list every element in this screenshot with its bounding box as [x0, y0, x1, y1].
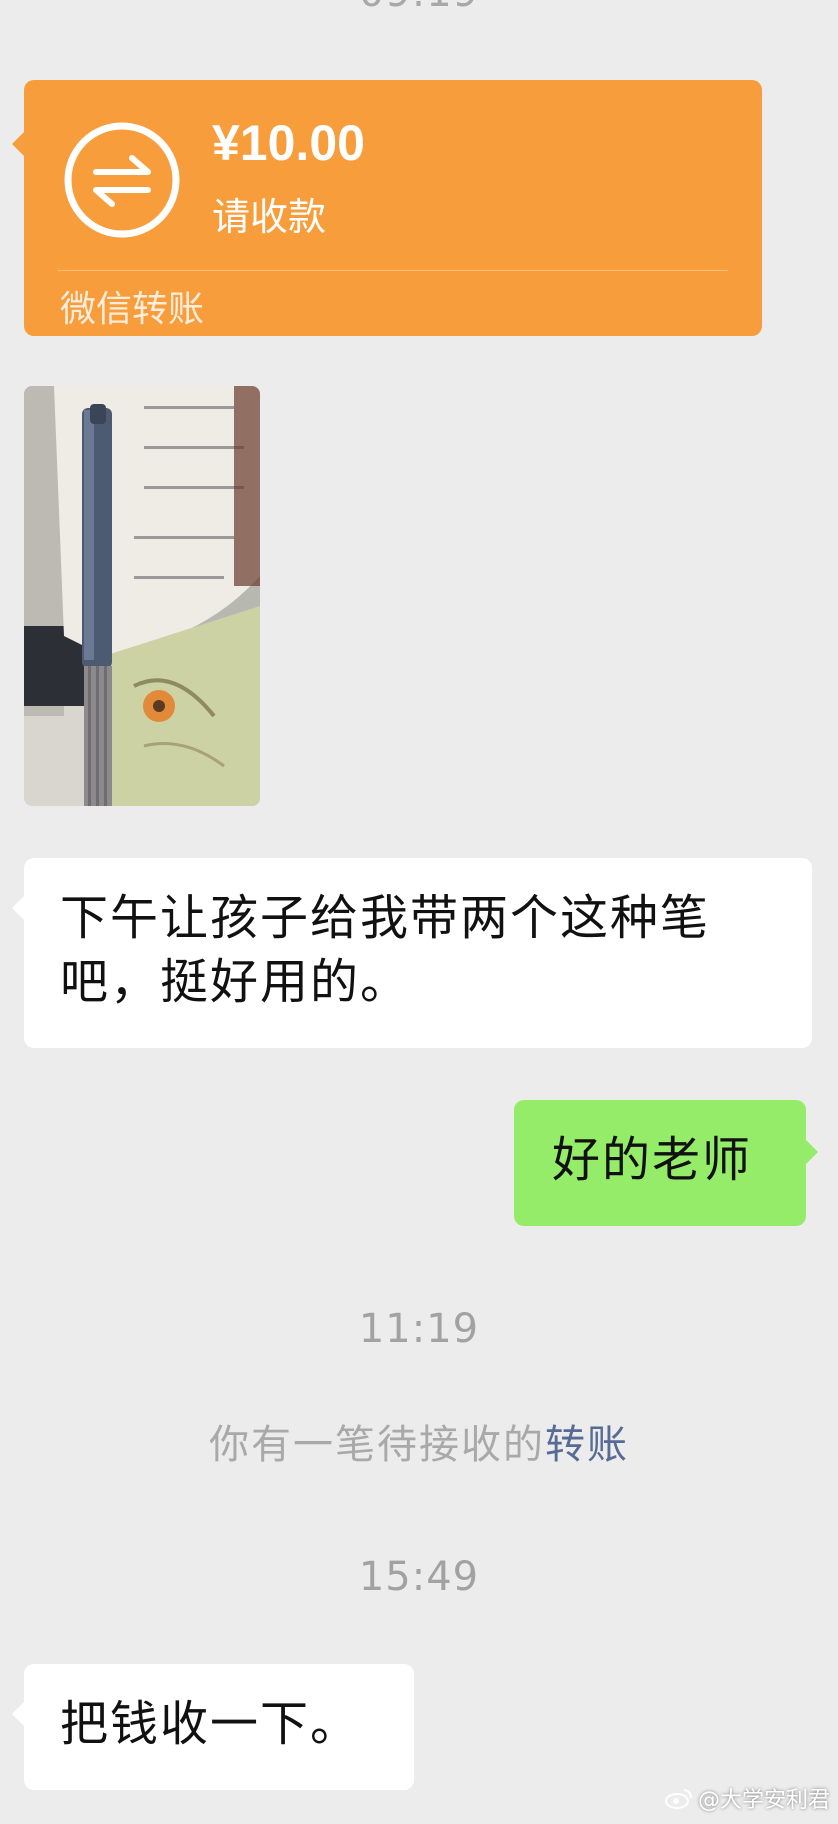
weibo-icon	[664, 1789, 692, 1809]
photo-message[interactable]	[24, 386, 260, 806]
watermark-text: @大学安利君	[697, 1788, 830, 1813]
sent-message-bubble[interactable]: 好的老师	[514, 1100, 818, 1226]
message-text: 下午让孩子给我带两个这种笔吧，挺好用的。	[60, 890, 711, 1010]
photo-thumbnail	[24, 386, 260, 806]
transfer-card[interactable]: ¥10.00 请收款 微信转账	[12, 80, 762, 336]
transfer-amount: ¥10.00	[212, 115, 365, 171]
transfer-footer-label: 微信转账	[60, 289, 205, 330]
timestamp: 15:49	[358, 1554, 480, 1600]
received-message-bubble[interactable]: 把钱收一下。	[12, 1664, 414, 1790]
system-notice: 你有一笔待接收的转账	[0, 1412, 838, 1470]
transfer-link[interactable]: 转账	[545, 1422, 629, 1468]
received-message-bubble[interactable]: 下午让孩子给我带两个这种笔吧，挺好用的。	[12, 858, 812, 1048]
timestamp: 11:19	[358, 1306, 480, 1352]
message-text: 好的老师	[552, 1132, 753, 1188]
watermark: @大学安利君	[664, 1782, 830, 1814]
timestamp-top: 09:19	[0, 0, 838, 16]
system-notice-text: 你有一笔待接收的	[209, 1422, 545, 1468]
transfer-arrows-icon	[64, 122, 180, 238]
transfer-status: 请收款	[212, 195, 327, 239]
transfer-divider	[58, 270, 728, 271]
message-text: 把钱收一下。	[60, 1696, 361, 1752]
